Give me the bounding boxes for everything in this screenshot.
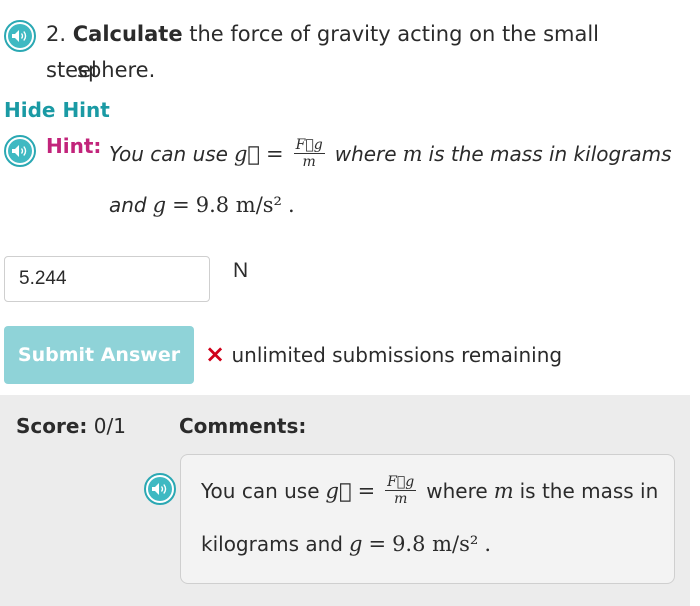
answer-input[interactable]: 5.244 <box>4 256 210 302</box>
m-variable: m <box>402 141 423 166</box>
comment-text-part2: where <box>426 478 488 503</box>
fraction-numerator: F⃗g <box>293 137 325 154</box>
equals-sign: = <box>266 141 284 166</box>
fraction-numerator: F⃗g <box>385 474 417 491</box>
hint-text-part2: where <box>334 141 397 166</box>
score-label: Score: <box>16 414 88 438</box>
question-bold-word: Calculate <box>72 22 183 46</box>
m-variable: m <box>493 478 514 503</box>
g-variable: g <box>152 193 167 217</box>
comment-line1: You can use g⃗ = F⃗g m where m is the ma… <box>201 474 658 507</box>
question-line2: sphere. <box>77 58 156 82</box>
speaker-icon <box>8 24 32 48</box>
g-variable: g <box>349 532 363 556</box>
equals-sign: = <box>357 478 376 503</box>
speaker-icon <box>148 477 172 501</box>
period: . <box>287 193 295 217</box>
score-value: 0/1 <box>93 414 126 438</box>
equals-sign: = <box>172 193 190 217</box>
hint-label: Hint: <box>46 134 102 158</box>
answer-unit: N <box>233 259 249 282</box>
period: . <box>484 532 492 556</box>
g-vector: g⃗ <box>325 478 352 503</box>
fraction: F⃗g m <box>293 137 325 170</box>
hint-line2: and g = 9.8 m/s² . <box>109 193 295 217</box>
hint-text-part4: and <box>109 193 147 217</box>
question-number: 2. <box>46 22 67 46</box>
hint-text-part1: You can use <box>109 141 228 166</box>
submission-status: × unlimited submissions remaining <box>205 340 562 368</box>
submission-status-text: unlimited submissions remaining <box>231 343 563 367</box>
score: Score: 0/1 <box>16 414 126 438</box>
hide-hint-link[interactable]: Hide Hint <box>4 98 110 122</box>
equals-sign: = <box>368 532 387 556</box>
fraction-denominator: m <box>302 154 316 170</box>
read-aloud-question-button[interactable] <box>4 20 36 52</box>
read-aloud-comment-button[interactable] <box>144 473 176 505</box>
speaker-icon <box>8 139 32 163</box>
g-vector: g⃗ <box>233 141 261 166</box>
comment-line2: kilograms and g = 9.8 m/s² . <box>201 532 491 556</box>
fraction: F⃗g m <box>385 474 417 507</box>
comment-text-part4: kilograms and <box>201 532 343 556</box>
comment-text-part1: You can use <box>201 478 320 503</box>
g-value: 9.8 m/s² <box>392 532 479 556</box>
g-value: 9.8 m/s² <box>195 193 282 217</box>
hint-text-part3: is the mass in kilograms <box>428 141 672 166</box>
submit-answer-button[interactable]: Submit Answer <box>4 326 194 384</box>
read-aloud-hint-button[interactable] <box>4 135 36 167</box>
comments-label: Comments: <box>179 414 307 438</box>
comment-text-part3: is the mass in <box>519 478 659 503</box>
hint-line1: You can use g⃗ = F⃗g m where m is the ma… <box>109 137 672 170</box>
fraction-denominator: m <box>394 491 408 507</box>
error-x-icon: × <box>205 340 226 368</box>
